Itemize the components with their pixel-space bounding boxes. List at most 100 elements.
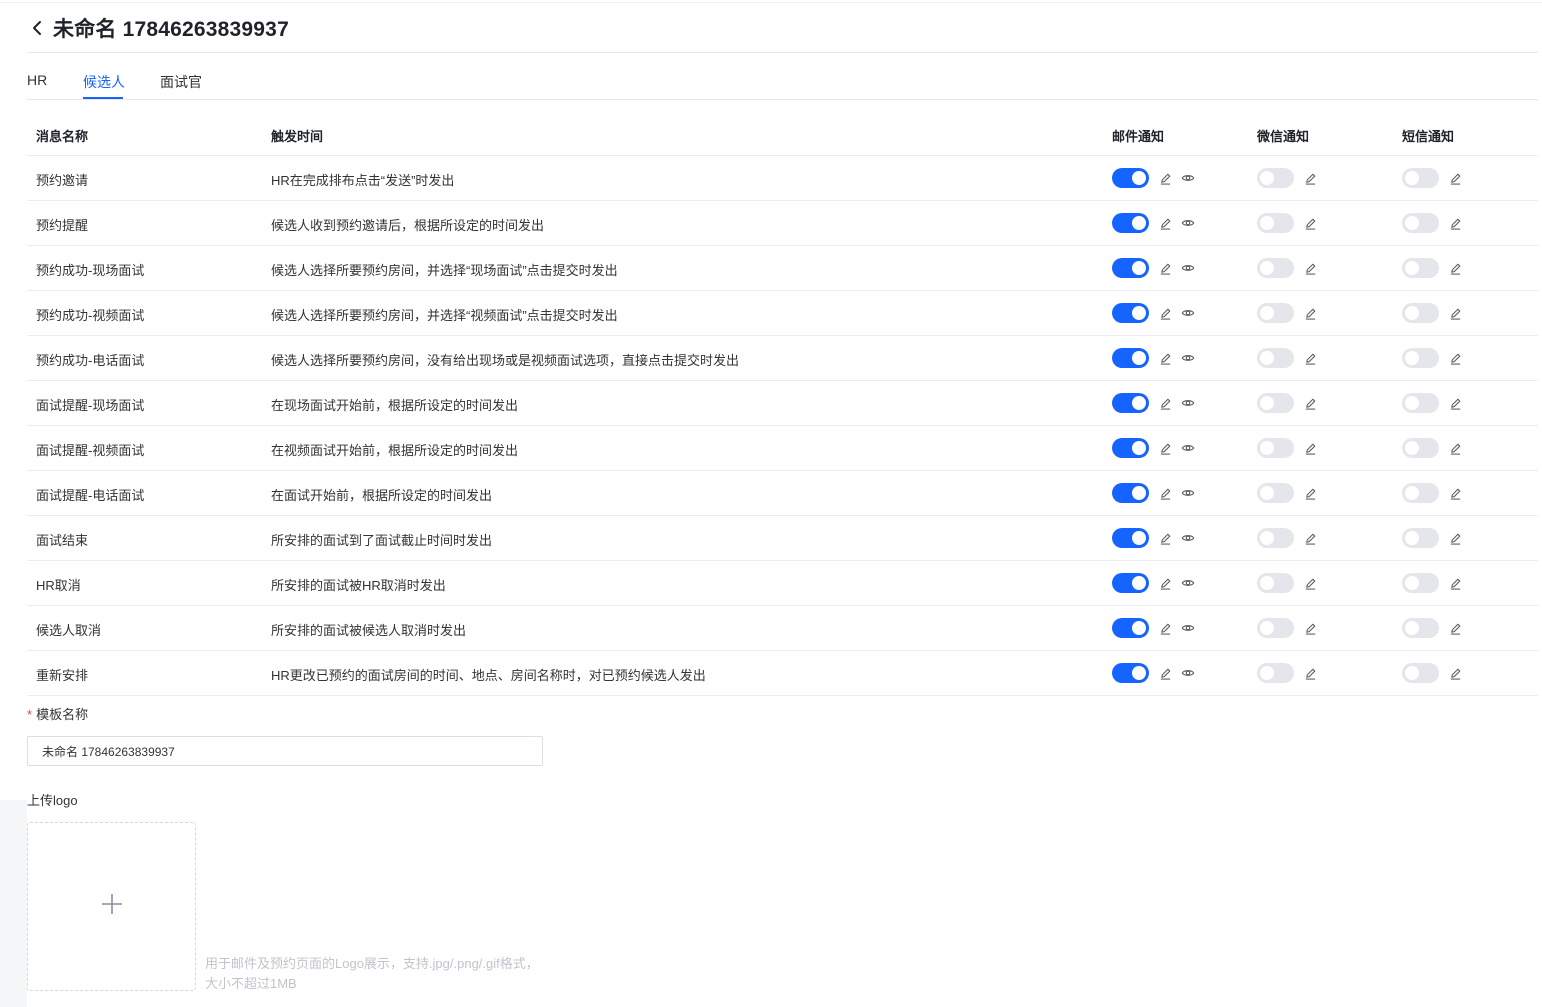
wechat-toggle[interactable] bbox=[1257, 528, 1294, 548]
wechat-toggle[interactable] bbox=[1257, 618, 1294, 638]
logo-upload-box[interactable] bbox=[27, 822, 196, 991]
sms-toggle[interactable] bbox=[1402, 618, 1439, 638]
sms-toggle[interactable] bbox=[1402, 393, 1439, 413]
wechat-toggle[interactable] bbox=[1257, 663, 1294, 683]
pencil-icon[interactable] bbox=[1158, 171, 1172, 185]
pencil-icon[interactable] bbox=[1448, 576, 1462, 590]
sms-toggle[interactable] bbox=[1402, 303, 1439, 323]
pencil-icon[interactable] bbox=[1303, 306, 1317, 320]
eye-icon[interactable] bbox=[1181, 306, 1195, 320]
message-name: 预约提醒 bbox=[36, 218, 89, 233]
tab-candidate[interactable]: 候选人 bbox=[83, 72, 125, 92]
pencil-icon[interactable] bbox=[1303, 441, 1317, 455]
email-toggle[interactable] bbox=[1112, 303, 1149, 323]
email-notification-controls bbox=[1112, 168, 1195, 188]
wechat-toggle[interactable] bbox=[1257, 168, 1294, 188]
sms-toggle[interactable] bbox=[1402, 573, 1439, 593]
pencil-icon[interactable] bbox=[1303, 216, 1317, 230]
sms-toggle[interactable] bbox=[1402, 438, 1439, 458]
email-toggle[interactable] bbox=[1112, 573, 1149, 593]
sms-toggle[interactable] bbox=[1402, 348, 1439, 368]
pencil-icon[interactable] bbox=[1448, 396, 1462, 410]
wechat-toggle[interactable] bbox=[1257, 483, 1294, 503]
eye-icon[interactable] bbox=[1181, 351, 1195, 365]
wechat-notification-controls bbox=[1257, 438, 1317, 458]
pencil-icon[interactable] bbox=[1448, 261, 1462, 275]
tab-interviewer[interactable]: 面试官 bbox=[160, 72, 202, 92]
wechat-toggle[interactable] bbox=[1257, 213, 1294, 233]
email-toggle[interactable] bbox=[1112, 393, 1149, 413]
tab-hr[interactable]: HR bbox=[27, 72, 47, 88]
pencil-icon[interactable] bbox=[1158, 261, 1172, 275]
pencil-icon[interactable] bbox=[1303, 351, 1317, 365]
eye-icon[interactable] bbox=[1181, 621, 1195, 635]
wechat-toggle[interactable] bbox=[1257, 258, 1294, 278]
table-row: 预约成功-电话面试 候选人选择所要预约房间，没有给出现场或是视频面试选项，直接点击… bbox=[27, 336, 1538, 381]
wechat-toggle[interactable] bbox=[1257, 393, 1294, 413]
chevron-left-icon[interactable] bbox=[27, 18, 47, 38]
pencil-icon[interactable] bbox=[1158, 396, 1172, 410]
trigger-time: 所安排的面试被HR取消时发出 bbox=[271, 578, 446, 593]
sms-toggle[interactable] bbox=[1402, 168, 1439, 188]
email-toggle[interactable] bbox=[1112, 483, 1149, 503]
pencil-icon[interactable] bbox=[1158, 306, 1172, 320]
eye-icon[interactable] bbox=[1181, 216, 1195, 230]
email-toggle[interactable] bbox=[1112, 438, 1149, 458]
eye-icon[interactable] bbox=[1181, 531, 1195, 545]
table-row: 预约提醒 候选人收到预约邀请后，根据所设定的时间发出 bbox=[27, 201, 1538, 246]
pencil-icon[interactable] bbox=[1158, 666, 1172, 680]
email-toggle[interactable] bbox=[1112, 348, 1149, 368]
pencil-icon[interactable] bbox=[1158, 621, 1172, 635]
pencil-icon[interactable] bbox=[1303, 531, 1317, 545]
eye-icon[interactable] bbox=[1181, 666, 1195, 680]
wechat-toggle[interactable] bbox=[1257, 438, 1294, 458]
email-toggle[interactable] bbox=[1112, 258, 1149, 278]
pencil-icon[interactable] bbox=[1448, 171, 1462, 185]
email-toggle[interactable] bbox=[1112, 213, 1149, 233]
pencil-icon[interactable] bbox=[1158, 441, 1172, 455]
pencil-icon[interactable] bbox=[1448, 306, 1462, 320]
sms-toggle[interactable] bbox=[1402, 483, 1439, 503]
eye-icon[interactable] bbox=[1181, 396, 1195, 410]
template-name-input[interactable] bbox=[27, 736, 543, 766]
pencil-icon[interactable] bbox=[1303, 486, 1317, 500]
pencil-icon[interactable] bbox=[1303, 576, 1317, 590]
pencil-icon[interactable] bbox=[1158, 576, 1172, 590]
pencil-icon[interactable] bbox=[1158, 351, 1172, 365]
email-toggle[interactable] bbox=[1112, 528, 1149, 548]
pencil-icon[interactable] bbox=[1158, 531, 1172, 545]
pencil-icon[interactable] bbox=[1448, 216, 1462, 230]
pencil-icon[interactable] bbox=[1448, 441, 1462, 455]
pencil-icon[interactable] bbox=[1158, 216, 1172, 230]
eye-icon[interactable] bbox=[1181, 576, 1195, 590]
message-name: 预约成功-电话面试 bbox=[36, 353, 145, 368]
message-name: 预约成功-视频面试 bbox=[36, 308, 145, 323]
sms-toggle[interactable] bbox=[1402, 213, 1439, 233]
pencil-icon[interactable] bbox=[1303, 621, 1317, 635]
sms-toggle[interactable] bbox=[1402, 258, 1439, 278]
sms-toggle[interactable] bbox=[1402, 528, 1439, 548]
eye-icon[interactable] bbox=[1181, 171, 1195, 185]
pencil-icon[interactable] bbox=[1448, 351, 1462, 365]
pencil-icon[interactable] bbox=[1448, 486, 1462, 500]
email-toggle[interactable] bbox=[1112, 168, 1149, 188]
sms-toggle[interactable] bbox=[1402, 663, 1439, 683]
pencil-icon[interactable] bbox=[1448, 621, 1462, 635]
email-toggle[interactable] bbox=[1112, 618, 1149, 638]
wechat-toggle[interactable] bbox=[1257, 348, 1294, 368]
pencil-icon[interactable] bbox=[1303, 666, 1317, 680]
email-toggle[interactable] bbox=[1112, 663, 1149, 683]
toggle-knob bbox=[1132, 261, 1146, 275]
wechat-toggle[interactable] bbox=[1257, 303, 1294, 323]
pencil-icon[interactable] bbox=[1158, 486, 1172, 500]
pencil-icon[interactable] bbox=[1303, 261, 1317, 275]
pencil-icon[interactable] bbox=[1303, 171, 1317, 185]
wechat-toggle[interactable] bbox=[1257, 573, 1294, 593]
pencil-icon[interactable] bbox=[1303, 396, 1317, 410]
eye-icon[interactable] bbox=[1181, 486, 1195, 500]
pencil-icon[interactable] bbox=[1448, 666, 1462, 680]
message-name: 重新安排 bbox=[36, 668, 89, 683]
pencil-icon[interactable] bbox=[1448, 531, 1462, 545]
eye-icon[interactable] bbox=[1181, 441, 1195, 455]
eye-icon[interactable] bbox=[1181, 261, 1195, 275]
